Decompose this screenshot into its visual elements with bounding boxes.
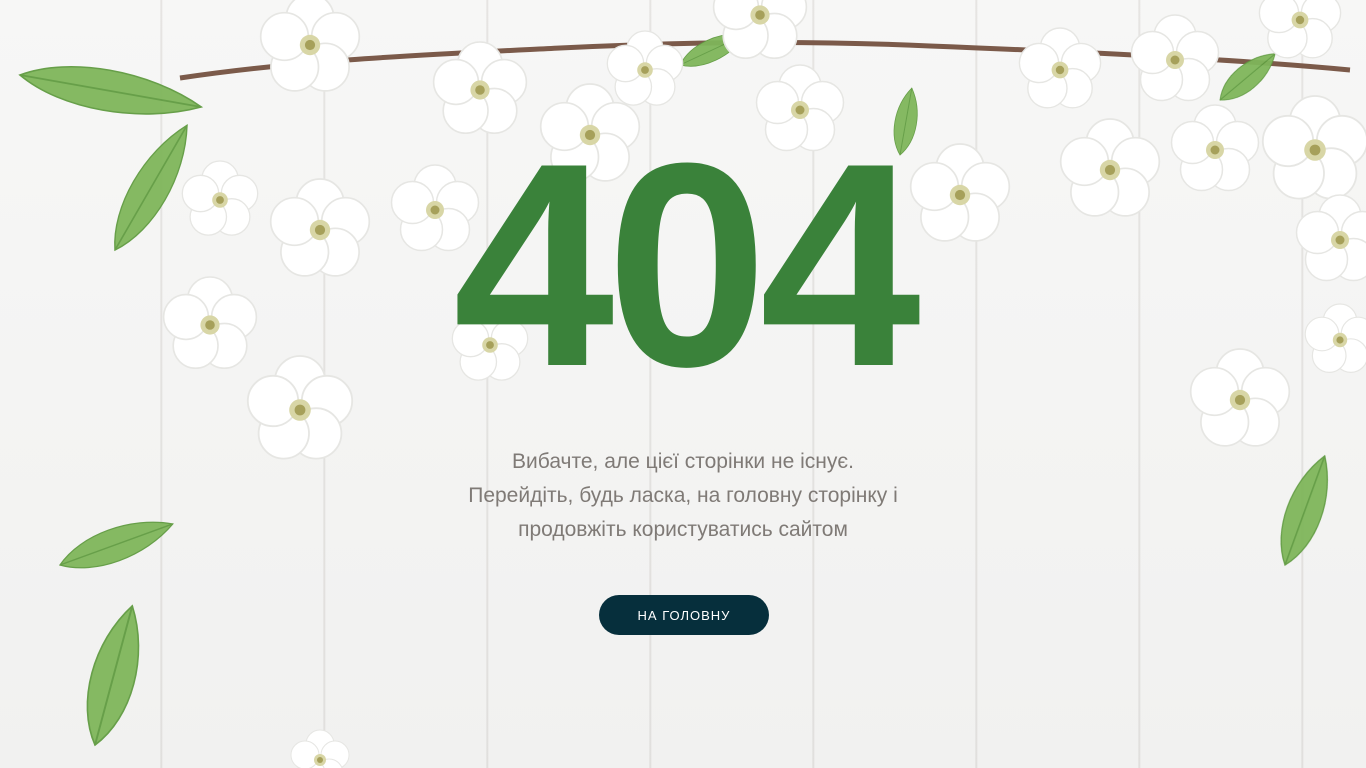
message-line-1: Вибачте, але цієї сторінки не існує.	[512, 450, 854, 473]
error-message: Вибачте, але цієї сторінки не існує. Пер…	[0, 445, 1366, 547]
message-line-3: продовжіть користуватись сайтом	[518, 518, 848, 541]
home-button[interactable]: НА ГОЛОВНУ	[599, 595, 769, 635]
message-line-2: Перейдіть, будь ласка, на головну сторін…	[468, 484, 898, 507]
error-code: 404	[453, 103, 921, 427]
